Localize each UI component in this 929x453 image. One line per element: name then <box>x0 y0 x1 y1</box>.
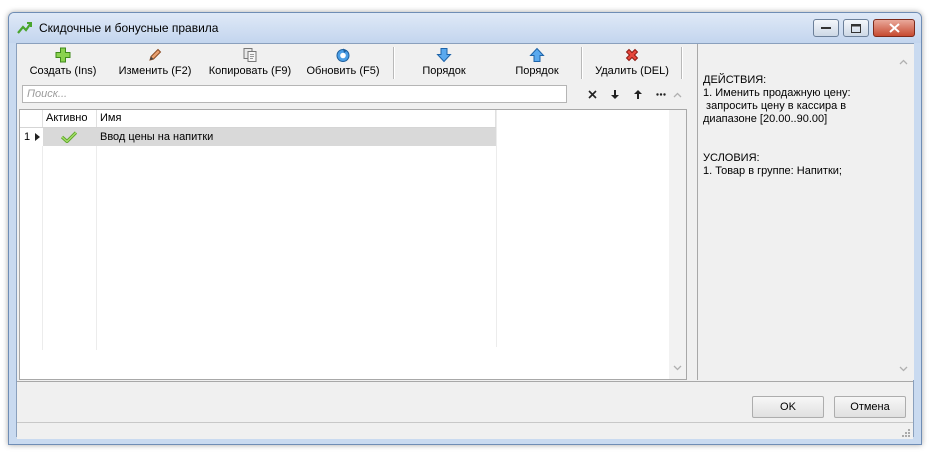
chevron-up-icon <box>673 92 681 97</box>
toolbar: Создать (Ins) Изменить (F2) Копировать (… <box>19 44 689 82</box>
chevron-down-icon[interactable] <box>899 366 908 372</box>
cancel-button[interactable]: Отмена <box>834 396 906 418</box>
create-label: Создать (Ins) <box>29 65 97 77</box>
condition-line: 1. Товар в группе: Напитки; <box>703 165 842 177</box>
order-down-label: Порядок <box>422 65 466 77</box>
grid-column-divider <box>496 110 497 347</box>
arrow-down-icon <box>436 48 452 63</box>
grid-column-divider <box>96 110 97 350</box>
column-header-active[interactable]: Активно <box>43 110 97 127</box>
row-active-cell[interactable] <box>43 128 97 146</box>
refresh-button[interactable]: Обновить (F5) <box>297 44 389 82</box>
delete-label: Удалить (DEL) <box>595 65 669 77</box>
create-button[interactable]: Создать (Ins) <box>19 44 107 82</box>
order-up-button[interactable]: Порядок <box>493 44 581 82</box>
clear-search-button[interactable] <box>583 86 601 103</box>
search-input[interactable] <box>22 85 567 103</box>
delete-button[interactable]: Удалить (DEL) <box>583 44 681 82</box>
rules-app-icon <box>17 21 33 35</box>
conditions-header: УСЛОВИЯ: <box>703 152 760 164</box>
window-title: Скидочные и бонусные правила <box>39 21 219 35</box>
search-next-button[interactable] <box>606 86 624 103</box>
toolbar-separator <box>681 47 683 79</box>
ok-button[interactable]: OK <box>752 396 824 418</box>
row-number-header <box>20 110 43 127</box>
title-bar: Скидочные и бонусные правила <box>9 13 921 43</box>
row-pointer-icon <box>35 133 40 141</box>
action-line: 1. Именить продажную цену: <box>703 87 851 99</box>
maximize-button[interactable] <box>843 19 869 37</box>
grid-vertical-scrollbar[interactable] <box>669 110 686 379</box>
status-bar <box>17 422 913 439</box>
dialog-button-bar: OK Отмена <box>17 381 913 422</box>
delete-x-icon <box>625 48 639 62</box>
order-up-label: Порядок <box>515 65 559 77</box>
edit-label: Изменить (F2) <box>118 65 192 77</box>
rules-list-pane: Создать (Ins) Изменить (F2) Копировать (… <box>19 44 689 380</box>
plus-icon <box>55 47 71 63</box>
refresh-icon <box>336 48 350 62</box>
small-arrow-down-icon <box>611 90 619 99</box>
minimize-button[interactable] <box>813 19 839 37</box>
arrow-up-icon <box>529 47 545 62</box>
close-icon <box>888 23 900 33</box>
chevron-down-icon <box>673 365 682 371</box>
order-down-button[interactable]: Порядок <box>395 44 493 82</box>
search-prev-button[interactable] <box>629 86 647 103</box>
copy-button[interactable]: Копировать (F9) <box>203 44 297 82</box>
row-name-cell[interactable]: Ввод цены на напитки <box>97 128 496 146</box>
rules-grid: Активно Имя 1 Ввод цены на напитки <box>19 109 687 380</box>
minimize-icon <box>821 27 831 29</box>
copy-icon <box>243 48 257 62</box>
grid-column-divider <box>42 110 43 350</box>
resize-grip-icon[interactable] <box>901 428 911 438</box>
row-number-cell: 1 <box>20 128 43 146</box>
refresh-label: Обновить (F5) <box>306 65 380 77</box>
discount-rules-window: Скидочные и бонусные правила Создать (In… <box>8 12 922 445</box>
chevron-up-icon[interactable] <box>899 59 908 65</box>
row-number: 1 <box>24 131 31 143</box>
actions-header: ДЕЙСТВИЯ: <box>703 74 767 86</box>
scroll-up-arrow[interactable] <box>670 86 684 103</box>
clear-x-icon <box>587 90 597 99</box>
check-icon <box>61 131 77 143</box>
window-client-area: Создать (Ins) Изменить (F2) Копировать (… <box>16 43 914 439</box>
rule-details-pane: ДЕЙСТВИЯ: 1. Именить продажную цену: зап… <box>697 44 914 380</box>
small-arrow-up-icon <box>634 90 642 99</box>
action-line: запросить цену в кассира в <box>703 100 847 112</box>
close-button[interactable] <box>873 19 915 37</box>
search-options-button[interactable] <box>652 86 670 103</box>
table-row[interactable]: 1 Ввод цены на напитки <box>20 128 496 146</box>
maximize-icon <box>851 23 861 33</box>
grid-header: Активно Имя <box>20 110 496 128</box>
copy-label: Копировать (F9) <box>208 65 292 77</box>
ellipsis-icon <box>656 93 666 96</box>
edit-button[interactable]: Изменить (F2) <box>107 44 203 82</box>
search-row <box>19 84 689 106</box>
action-line: диапазоне [20.00..90.00] <box>703 113 828 125</box>
column-header-name[interactable]: Имя <box>97 110 496 127</box>
pencil-icon <box>149 48 162 61</box>
